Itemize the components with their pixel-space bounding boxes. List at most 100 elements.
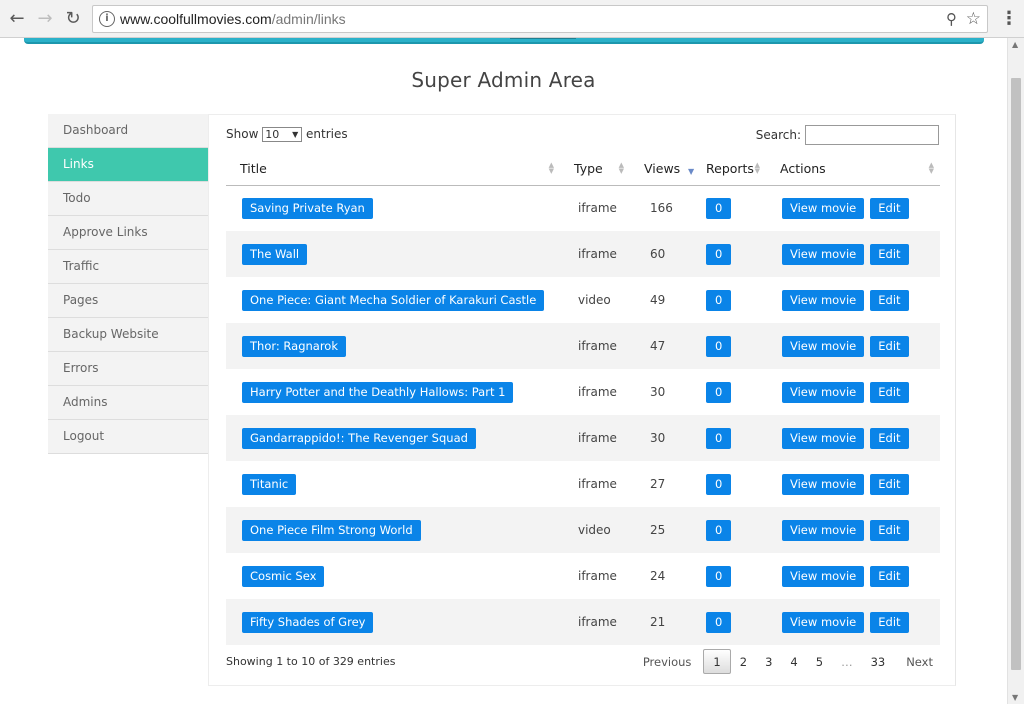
reports-button[interactable]: 0 bbox=[706, 289, 732, 311]
reports-button[interactable]: 0 bbox=[706, 565, 732, 587]
view-movie-button[interactable]: View movie bbox=[782, 519, 865, 541]
scrollbar-thumb[interactable] bbox=[1011, 78, 1021, 670]
browser-menu-icon[interactable]: ⋮ bbox=[1000, 8, 1018, 30]
actions-cell: View movie Edit bbox=[766, 185, 940, 231]
view-movie-button[interactable]: View movie bbox=[782, 243, 865, 265]
reports-cell: 0 bbox=[692, 415, 766, 461]
page-button-33[interactable]: 33 bbox=[862, 650, 895, 675]
sidebar-item-todo[interactable]: Todo bbox=[48, 182, 208, 216]
title-cell: One Piece Film Strong World bbox=[226, 507, 560, 553]
edit-button[interactable]: Edit bbox=[870, 289, 909, 311]
reload-icon[interactable]: ↻ bbox=[62, 8, 84, 30]
scroll-down-icon[interactable]: ▼ bbox=[1012, 693, 1018, 702]
header-title[interactable]: Title ▲ ▼ bbox=[226, 153, 560, 186]
type-cell: iframe bbox=[560, 231, 630, 277]
view-movie-button[interactable]: View movie bbox=[782, 381, 865, 403]
view-movie-button[interactable]: View movie bbox=[782, 427, 865, 449]
edit-button[interactable]: Edit bbox=[870, 565, 909, 587]
edit-button[interactable]: Edit bbox=[870, 197, 909, 219]
sidebar-item-backup-website[interactable]: Backup Website bbox=[48, 318, 208, 352]
movie-title-link[interactable]: Thor: Ragnarok bbox=[242, 335, 346, 357]
sidebar-item-admins[interactable]: Admins bbox=[48, 386, 208, 420]
table-row: Titanic iframe 27 0 View movie Edit bbox=[226, 461, 940, 507]
url-text[interactable]: www.coolfullmovies.com/admin/links bbox=[120, 11, 346, 27]
views-cell: 30 bbox=[630, 369, 692, 415]
sidebar-item-logout[interactable]: Logout bbox=[48, 420, 208, 454]
page-button-2[interactable]: 2 bbox=[731, 650, 756, 675]
actions-cell: View movie Edit bbox=[766, 461, 940, 507]
reports-button[interactable]: 0 bbox=[706, 197, 732, 219]
address-bar[interactable]: i www.coolfullmovies.com/admin/links ⚲ ☆ bbox=[92, 5, 988, 33]
edit-button[interactable]: Edit bbox=[870, 381, 909, 403]
actions-cell: View movie Edit bbox=[766, 507, 940, 553]
edit-button[interactable]: Edit bbox=[870, 243, 909, 265]
edit-button[interactable]: Edit bbox=[870, 611, 909, 633]
sidebar-item-dashboard[interactable]: Dashboard bbox=[48, 114, 208, 148]
movie-title-link[interactable]: Harry Potter and the Deathly Hallows: Pa… bbox=[242, 381, 514, 403]
reports-button[interactable]: 0 bbox=[706, 381, 732, 403]
entries-select[interactable]: 10 ▼ bbox=[262, 127, 303, 142]
view-movie-button[interactable]: View movie bbox=[782, 197, 865, 219]
reports-button[interactable]: 0 bbox=[706, 519, 732, 541]
back-arrow-icon[interactable]: ← bbox=[6, 8, 28, 30]
edit-button[interactable]: Edit bbox=[870, 519, 909, 541]
vertical-scrollbar[interactable]: ▲ ▼ bbox=[1007, 38, 1024, 704]
search-control: Search: bbox=[756, 125, 939, 145]
type-cell: iframe bbox=[560, 323, 630, 369]
actions-cell: View movie Edit bbox=[766, 369, 940, 415]
sidebar: Dashboard Links Todo Approve Links Traffic Pa… bbox=[48, 114, 208, 454]
sidebar-item-links[interactable]: Links bbox=[48, 148, 208, 182]
title-cell: Harry Potter and the Deathly Hallows: Pa… bbox=[226, 369, 560, 415]
sidebar-item-approve-links[interactable]: Approve Links bbox=[48, 216, 208, 250]
view-movie-button[interactable]: View movie bbox=[782, 565, 865, 587]
sidebar-item-traffic[interactable]: Traffic bbox=[48, 250, 208, 284]
table-info: Showing 1 to 10 of 329 entries bbox=[226, 655, 396, 668]
header-views[interactable]: Views ▼ bbox=[630, 153, 694, 186]
page-button-4[interactable]: 4 bbox=[781, 650, 806, 675]
entries-label: entries bbox=[306, 127, 348, 141]
edit-button[interactable]: Edit bbox=[870, 427, 909, 449]
movie-title-link[interactable]: Gandarrappido!: The Revenger Squad bbox=[242, 427, 476, 449]
next-page-button[interactable]: Next bbox=[894, 650, 945, 675]
zoom-icon[interactable]: ⚲ bbox=[946, 10, 957, 28]
page-button-1[interactable]: 1 bbox=[703, 649, 731, 674]
search-label: Search: bbox=[755, 128, 801, 142]
reports-button[interactable]: 0 bbox=[706, 243, 732, 265]
movie-title-link[interactable]: Titanic bbox=[242, 473, 297, 495]
search-input[interactable] bbox=[805, 125, 939, 145]
info-icon[interactable]: i bbox=[99, 11, 115, 27]
header-actions[interactable]: Actions ▲ ▼ bbox=[766, 153, 940, 186]
movie-title-link[interactable]: One Piece Film Strong World bbox=[242, 519, 421, 541]
edit-button[interactable]: Edit bbox=[870, 473, 909, 495]
view-movie-button[interactable]: View movie bbox=[782, 473, 865, 495]
forward-arrow-icon[interactable]: → bbox=[34, 8, 56, 30]
entries-value: 10 bbox=[265, 128, 280, 141]
header-reports[interactable]: Reports ▲ ▼ bbox=[692, 153, 766, 186]
views-cell: 24 bbox=[630, 553, 692, 599]
type-cell: iframe bbox=[560, 553, 630, 599]
header-type[interactable]: Type ▲ ▼ bbox=[560, 153, 630, 186]
reports-button[interactable]: 0 bbox=[706, 611, 732, 633]
reports-button[interactable]: 0 bbox=[706, 427, 732, 449]
reports-cell: 0 bbox=[692, 277, 766, 323]
table-row: Harry Potter and the Deathly Hallows: Pa… bbox=[226, 369, 940, 415]
page-button-5[interactable]: 5 bbox=[807, 650, 832, 675]
title-cell: Thor: Ragnarok bbox=[226, 323, 560, 369]
edit-button[interactable]: Edit bbox=[870, 335, 909, 357]
movie-title-link[interactable]: Cosmic Sex bbox=[242, 565, 325, 587]
sidebar-item-pages[interactable]: Pages bbox=[48, 284, 208, 318]
movie-title-link[interactable]: One Piece: Giant Mecha Soldier of Karaku… bbox=[242, 289, 545, 311]
view-movie-button[interactable]: View movie bbox=[782, 335, 865, 357]
movie-title-link[interactable]: Saving Private Ryan bbox=[242, 197, 373, 219]
scroll-up-icon[interactable]: ▲ bbox=[1012, 40, 1018, 49]
movie-title-link[interactable]: Fifty Shades of Grey bbox=[242, 611, 374, 633]
view-movie-button[interactable]: View movie bbox=[782, 289, 865, 311]
bookmark-star-icon[interactable]: ☆ bbox=[966, 9, 981, 29]
page-button-3[interactable]: 3 bbox=[756, 650, 781, 675]
movie-title-link[interactable]: The Wall bbox=[242, 243, 308, 265]
view-movie-button[interactable]: View movie bbox=[782, 611, 865, 633]
sidebar-item-errors[interactable]: Errors bbox=[48, 352, 208, 386]
previous-page-button[interactable]: Previous bbox=[631, 650, 704, 675]
reports-button[interactable]: 0 bbox=[706, 335, 732, 357]
reports-button[interactable]: 0 bbox=[706, 473, 732, 495]
